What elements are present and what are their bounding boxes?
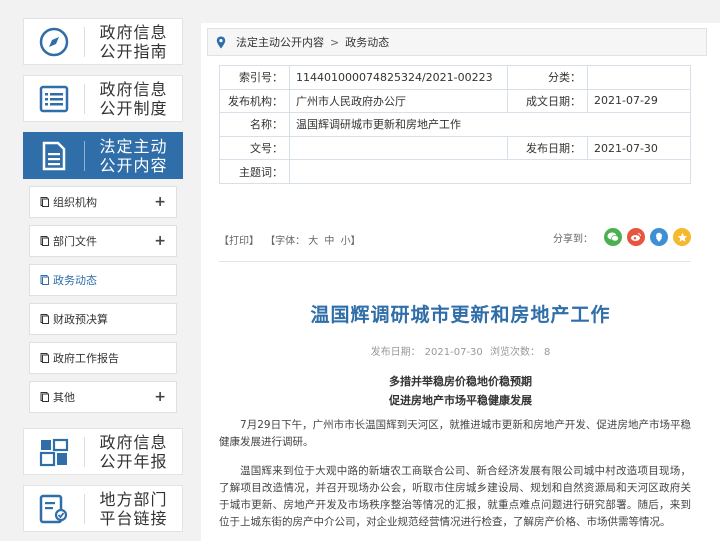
index-value: 114401000074825324/2021-00223 xyxy=(289,65,508,90)
table-row: 发布机构： 广州市人民政府办公厅 成文日期： 2021-07-29 xyxy=(219,88,691,114)
article-subheadline: 多措并举稳房价稳地价稳预期 xyxy=(389,375,532,388)
article-paragraph: 7月29日下午，广州市市长温国辉到天河区，就推进城市更新和房地产开发、促进房地产… xyxy=(219,419,691,448)
breadcrumb-link[interactable]: 法定主动公开内容 xyxy=(236,34,324,50)
small-document-icon xyxy=(40,314,49,324)
sidebar-item-content[interactable]: 法定主动 公开内容 xyxy=(23,132,183,179)
expand-icon[interactable]: + xyxy=(154,233,166,249)
subnav-label: 财政预决算 xyxy=(53,313,108,326)
small-document-icon xyxy=(40,197,49,207)
table-row: 名称： 温国辉调研城市更新和房地产工作 xyxy=(219,112,691,137)
publisher-label: 发布机构： xyxy=(219,88,290,114)
views-count: 8 xyxy=(543,347,551,358)
print-link[interactable]: 【打印】 xyxy=(219,236,259,247)
subject-value xyxy=(289,159,691,184)
publisher-value: 广州市人民政府办公厅 xyxy=(289,88,508,114)
subnav-label: 部门文件 xyxy=(53,235,97,248)
subnav-label: 政府工作报告 xyxy=(53,352,119,365)
table-row: 文号： 发布日期： 2021-07-30 xyxy=(219,135,691,161)
expand-icon[interactable]: + xyxy=(154,389,166,405)
breadcrumb-current[interactable]: 政务动态 xyxy=(345,34,389,50)
document-icon xyxy=(24,133,84,178)
sidebar-item-system[interactable]: 政府信息 公开制度 xyxy=(23,75,183,122)
share-label: 分享到： xyxy=(553,233,593,245)
name-value: 温国辉调研城市更新和房地产工作 xyxy=(289,112,691,137)
small-document-icon xyxy=(40,275,49,285)
index-label: 索引号： xyxy=(219,65,290,90)
article-toolbar: 【打印】 【字体：大 中 小】 分享到： xyxy=(219,228,691,250)
subject-label: 主题词： xyxy=(219,159,290,184)
subnav-item-budget[interactable]: 财政预决算 xyxy=(29,303,177,335)
breadcrumb: 法定主动公开内容 > 政务动态 xyxy=(207,28,707,56)
sidebar-item-label: 政府信息 公开年报 xyxy=(99,432,168,471)
main-content: 法定主动公开内容 > 政务动态 索引号： 114401000074825324/… xyxy=(201,23,720,541)
font-small-link[interactable]: 小】 xyxy=(341,236,361,247)
category-value xyxy=(587,65,691,90)
compass-icon xyxy=(24,19,84,64)
article-title: 温国辉调研城市更新和房地产工作 xyxy=(310,304,611,326)
small-document-icon xyxy=(40,392,49,402)
sidebar-item-platform-links[interactable]: 地方部门 平台链接 xyxy=(23,485,183,532)
article-paragraph: 温国辉来到位于大观中路的新塘农工商联合公司、新合经济发展有限公司城中村改造项目现… xyxy=(219,465,691,528)
pub-date-label: 发布日期： xyxy=(370,347,421,358)
wechat-icon[interactable] xyxy=(604,228,622,246)
sidebar-item-label: 法定主动 公开内容 xyxy=(99,136,168,175)
font-size-label: 【字体： xyxy=(265,236,306,247)
small-document-icon xyxy=(40,236,49,246)
subnav-item-other[interactable]: 其他 + xyxy=(29,381,177,413)
favorite-icon[interactable] xyxy=(673,228,691,246)
small-document-icon xyxy=(40,353,49,363)
article-pubinfo: 发布日期： 2021-07-30 浏览次数： 8 xyxy=(201,343,720,358)
sidebar-item-label: 政府信息 公开指南 xyxy=(99,22,168,61)
link-icon xyxy=(24,486,84,531)
table-row: 索引号： 114401000074825324/2021-00223 分类： xyxy=(219,65,691,90)
published-date-value: 2021-07-30 xyxy=(587,135,691,161)
doc-number-label: 文号： xyxy=(219,135,290,161)
table-row: 主题词： xyxy=(219,159,691,184)
sidebar-item-label: 政府信息 公开制度 xyxy=(99,79,168,118)
views-label: 浏览次数： xyxy=(489,347,540,358)
list-icon xyxy=(24,76,84,121)
sidebar-item-label: 地方部门 平台链接 xyxy=(99,489,168,528)
article-subheadline: 促进房地产市场平稳健康发展 xyxy=(389,394,532,407)
font-large-link[interactable]: 大 xyxy=(308,236,318,247)
created-date-value: 2021-07-29 xyxy=(587,88,691,114)
category-label: 分类： xyxy=(507,65,588,90)
expand-icon[interactable]: + xyxy=(154,194,166,210)
subnav-label: 组织机构 xyxy=(53,196,97,209)
subnav-item-documents[interactable]: 部门文件 + xyxy=(29,225,177,257)
report-icon xyxy=(24,429,84,474)
qzone-icon[interactable] xyxy=(650,228,668,246)
share-bar: 分享到： xyxy=(553,228,691,246)
name-label: 名称： xyxy=(219,112,290,137)
subnav-item-organization[interactable]: 组织机构 + xyxy=(29,186,177,218)
subnav-item-work-report[interactable]: 政府工作报告 xyxy=(29,342,177,374)
published-date-label: 发布日期： xyxy=(507,135,588,161)
breadcrumb-separator: > xyxy=(330,35,340,49)
document-meta-table: 索引号： 114401000074825324/2021-00223 分类： 发… xyxy=(219,65,691,184)
subnav-label: 政务动态 xyxy=(53,274,97,287)
location-pin-icon xyxy=(216,36,226,49)
subnav-item-news[interactable]: 政务动态 xyxy=(29,264,177,296)
doc-number-value xyxy=(289,135,508,161)
weibo-icon[interactable] xyxy=(627,228,645,246)
divider xyxy=(219,261,691,262)
created-date-label: 成文日期： xyxy=(507,88,588,114)
subnav-label: 其他 xyxy=(53,391,75,404)
sidebar-item-annual-report[interactable]: 政府信息 公开年报 xyxy=(23,428,183,475)
font-medium-link[interactable]: 中 xyxy=(324,236,334,247)
sidebar-subnav: 组织机构 + 部门文件 + 政务动态 财政预决算 政府工作报告 其他 + xyxy=(23,180,183,418)
pub-date: 2021-07-30 xyxy=(424,347,483,358)
sidebar-item-guide[interactable]: 政府信息 公开指南 xyxy=(23,18,183,65)
